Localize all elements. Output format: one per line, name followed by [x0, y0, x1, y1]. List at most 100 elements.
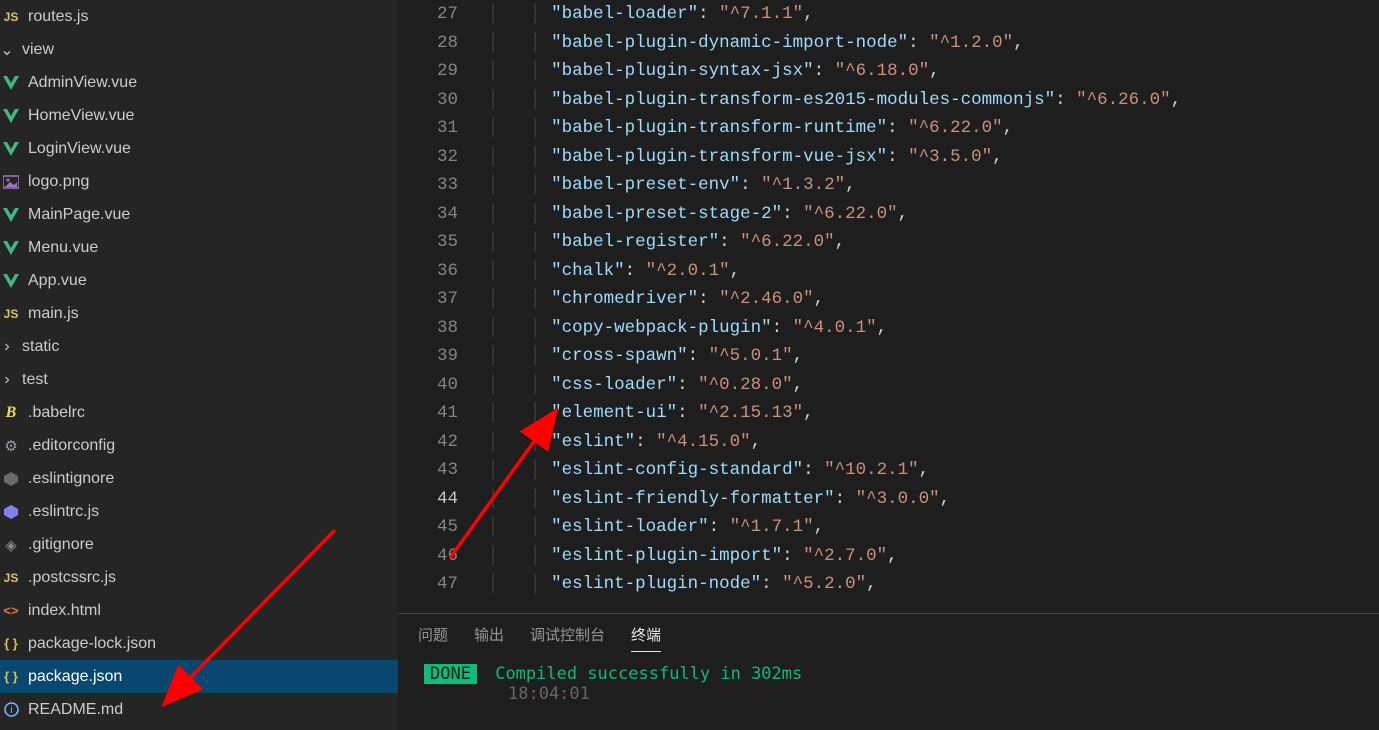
folder-test[interactable]: ›test	[0, 363, 398, 396]
file-readme[interactable]: iREADME.md	[0, 693, 398, 726]
code-line[interactable]: 40│ │ "css-loader": "^0.28.0",	[398, 371, 1379, 400]
code-content: │ │ "eslint-config-standard": "^10.2.1",	[488, 460, 929, 480]
code-content: │ │ "copy-webpack-plugin": "^4.0.1",	[488, 318, 887, 338]
file-main-js[interactable]: JS main.js	[0, 297, 398, 330]
code-content: │ │ "eslint-loader": "^1.7.1",	[488, 517, 824, 537]
code-content: │ │ "eslint-plugin-import": "^2.7.0",	[488, 546, 898, 566]
file-mainpage[interactable]: MainPage.vue	[0, 198, 398, 231]
chevron-down-icon: ⌄	[0, 40, 14, 60]
file-label: .babelrc	[28, 404, 85, 422]
file-index-html[interactable]: <>index.html	[0, 594, 398, 627]
code-line[interactable]: 45│ │ "eslint-loader": "^1.7.1",	[398, 513, 1379, 542]
file-menu[interactable]: Menu.vue	[0, 231, 398, 264]
done-badge: DONE	[424, 664, 477, 684]
file-label: logo.png	[28, 173, 89, 191]
code-content: │ │ "css-loader": "^0.28.0",	[488, 375, 803, 395]
code-line[interactable]: 34│ │ "babel-preset-stage-2": "^6.22.0",	[398, 200, 1379, 229]
code-line[interactable]: 29│ │ "babel-plugin-syntax-jsx": "^6.18.…	[398, 57, 1379, 86]
code-content: │ │ "babel-plugin-dynamic-import-node": …	[488, 33, 1024, 53]
file-editorconfig[interactable]: ⚙ .editorconfig	[0, 429, 398, 462]
code-line[interactable]: 46│ │ "eslint-plugin-import": "^2.7.0",	[398, 542, 1379, 571]
tab-problems[interactable]: 问题	[418, 624, 448, 652]
code-line[interactable]: 43│ │ "eslint-config-standard": "^10.2.1…	[398, 456, 1379, 485]
folder-view[interactable]: ⌄ view	[0, 33, 398, 66]
code-line[interactable]: 28│ │ "babel-plugin-dynamic-import-node"…	[398, 29, 1379, 58]
json-icon: { }	[0, 636, 22, 651]
folder-static[interactable]: › static	[0, 330, 398, 363]
file-label: HomeView.vue	[28, 107, 134, 125]
code-line[interactable]: 33│ │ "babel-preset-env": "^1.3.2",	[398, 171, 1379, 200]
code-line[interactable]: 37│ │ "chromedriver": "^2.46.0",	[398, 285, 1379, 314]
code-line[interactable]: 36│ │ "chalk": "^2.0.1",	[398, 257, 1379, 286]
file-explorer[interactable]: JSroutes.js ⌄ view AdminView.vue HomeView.vu…	[0, 0, 398, 730]
code-content: │ │ "babel-plugin-transform-runtime": "^…	[488, 118, 1013, 138]
babel-icon: B	[0, 404, 22, 422]
js-icon: JS	[0, 10, 22, 24]
folder-label: view	[22, 41, 54, 59]
code-content: │ │ "babel-plugin-transform-es2015-modul…	[488, 90, 1181, 110]
file-label: .postcssrc.js	[28, 569, 116, 587]
vue-icon	[0, 142, 22, 156]
json-icon: { }	[0, 669, 22, 684]
code-line[interactable]: 31│ │ "babel-plugin-transform-runtime": …	[398, 114, 1379, 143]
chevron-right-icon: ›	[0, 338, 14, 356]
file-adminview[interactable]: AdminView.vue	[0, 66, 398, 99]
code-content: │ │ "babel-loader": "^7.1.1",	[488, 4, 814, 24]
tab-terminal[interactable]: 终端	[631, 624, 661, 652]
code-line[interactable]: 41│ │ "element-ui": "^2.15.13",	[398, 399, 1379, 428]
file-label: .eslintrc.js	[28, 503, 99, 521]
code-line[interactable]: 42│ │ "eslint": "^4.15.0",	[398, 428, 1379, 457]
file-routes-js[interactable]: JSroutes.js	[0, 0, 398, 33]
file-gitignore[interactable]: ◈.gitignore	[0, 528, 398, 561]
file-babelrc[interactable]: B .babelrc	[0, 396, 398, 429]
svg-text:i: i	[10, 705, 12, 716]
code-line[interactable]: 47│ │ "eslint-plugin-node": "^5.2.0",	[398, 570, 1379, 599]
code-editor[interactable]: 27│ │ "babel-loader": "^7.1.1",28│ │ "ba…	[398, 0, 1379, 613]
code-line[interactable]: 27│ │ "babel-loader": "^7.1.1",	[398, 0, 1379, 29]
file-postcssrc[interactable]: JS .postcssrc.js	[0, 561, 398, 594]
file-app-vue[interactable]: App.vue	[0, 264, 398, 297]
compile-time: 18:04:01	[424, 684, 1379, 704]
file-label: .editorconfig	[28, 437, 115, 455]
vue-icon	[0, 76, 22, 90]
code-line[interactable]: 30│ │ "babel-plugin-transform-es2015-mod…	[398, 86, 1379, 115]
code-content: │ │ "babel-plugin-transform-vue-jsx": "^…	[488, 147, 1003, 167]
img-icon	[0, 175, 22, 189]
vue-icon	[0, 274, 22, 288]
file-eslintignore[interactable]: .eslintignore	[0, 462, 398, 495]
file-package-lock[interactable]: { }package-lock.json	[0, 627, 398, 660]
code-content: │ │ "element-ui": "^2.15.13",	[488, 403, 814, 423]
code-content: │ │ "eslint": "^4.15.0",	[488, 432, 761, 452]
folder-label: static	[22, 338, 59, 356]
code-line[interactable]: 38│ │ "copy-webpack-plugin": "^4.0.1",	[398, 314, 1379, 343]
file-label: index.html	[28, 602, 101, 620]
tab-debug-console[interactable]: 调试控制台	[530, 624, 605, 652]
file-loginview[interactable]: LoginView.vue	[0, 132, 398, 165]
vue-icon	[0, 241, 22, 255]
code-content: │ │ "eslint-friendly-formatter": "^3.0.0…	[488, 489, 950, 509]
file-homeview[interactable]: HomeView.vue	[0, 99, 398, 132]
terminal-output[interactable]: DONE Compiled successfully in 302ms 18:0…	[398, 660, 1379, 704]
code-line[interactable]: 39│ │ "cross-spawn": "^5.0.1",	[398, 342, 1379, 371]
code-line[interactable]: 35│ │ "babel-register": "^6.22.0",	[398, 228, 1379, 257]
js-icon: JS	[0, 571, 22, 585]
file-package-json[interactable]: { } package.json	[0, 660, 398, 693]
file-label: package.json	[28, 668, 122, 686]
code-content: │ │ "babel-preset-env": "^1.3.2",	[488, 175, 856, 195]
tab-output[interactable]: 输出	[474, 624, 504, 652]
js-icon: JS	[0, 307, 22, 321]
compile-message: Compiled successfully in 302ms	[495, 664, 802, 684]
file-label: MainPage.vue	[28, 206, 130, 224]
file-label: LoginView.vue	[28, 140, 131, 158]
code-line[interactable]: 32│ │ "babel-plugin-transform-vue-jsx": …	[398, 143, 1379, 172]
file-label: AdminView.vue	[28, 74, 137, 92]
code-content: │ │ "chromedriver": "^2.46.0",	[488, 289, 824, 309]
file-logo-png[interactable]: logo.png	[0, 165, 398, 198]
eslint-icon	[0, 505, 22, 519]
gear-icon: ⚙	[0, 437, 22, 455]
code-line[interactable]: 44│ │ "eslint-friendly-formatter": "^3.0…	[398, 485, 1379, 514]
git-icon: ◈	[0, 536, 22, 554]
file-eslintrc[interactable]: .eslintrc.js	[0, 495, 398, 528]
panel-tabs: 问题 输出 调试控制台 终端	[398, 620, 1379, 660]
file-label: main.js	[28, 305, 79, 323]
